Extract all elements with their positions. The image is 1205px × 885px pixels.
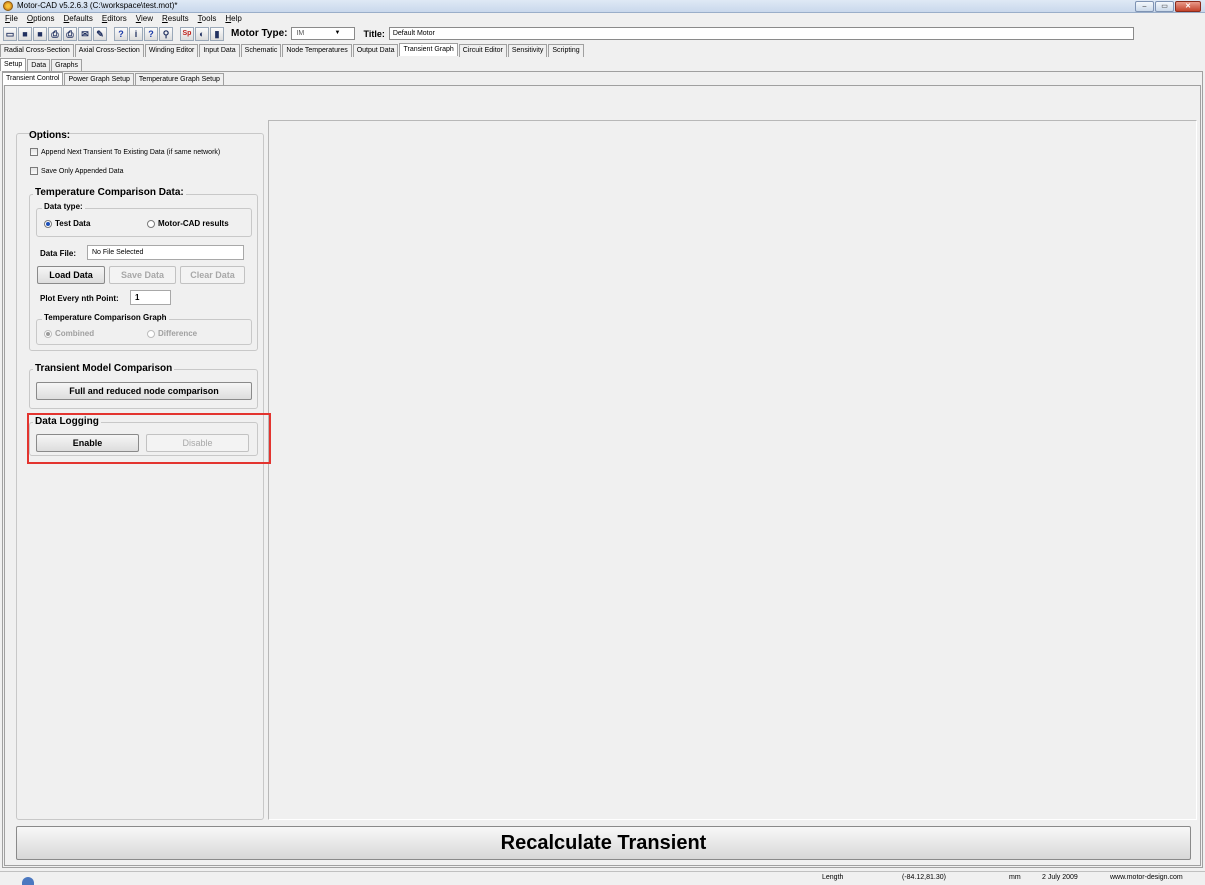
title-label: Title: xyxy=(363,28,385,39)
status-unit: mm xyxy=(1009,874,1021,881)
radio-motorcad-results[interactable]: Motor-CAD results xyxy=(147,219,229,228)
append-transient-checkbox[interactable] xyxy=(30,148,38,156)
tab-winding-editor[interactable]: Winding Editor xyxy=(144,44,199,57)
info-icon[interactable]: i xyxy=(129,26,143,41)
tab-radial-cross-section[interactable]: Radial Cross-Section xyxy=(0,44,74,57)
motor-icon[interactable]: ▮ xyxy=(210,26,224,41)
data-file-label: Data File: xyxy=(40,249,77,258)
tab-transient-control[interactable]: Transient Control xyxy=(2,72,64,85)
status-coordinates: (-84.12,81.30) xyxy=(902,874,946,881)
menu-options[interactable]: Options xyxy=(27,13,55,24)
maximize-button[interactable]: ▭ xyxy=(1155,1,1174,12)
plot-every-label: Plot Every nth Point: xyxy=(40,294,119,303)
tab-output-data[interactable]: Output Data xyxy=(352,44,399,57)
motor-type-select[interactable]: IM ▼ xyxy=(291,27,356,40)
motor-type-label: Motor Type: xyxy=(231,28,288,39)
tab-temperature-graph-setup[interactable]: Temperature Graph Setup xyxy=(134,73,224,85)
highlight-box xyxy=(27,413,271,464)
comparison-graph-title: Temperature Comparison Graph xyxy=(42,313,169,322)
title-input[interactable]: Default Motor xyxy=(388,27,1134,40)
tips-icon[interactable]: ⚲ xyxy=(159,26,173,41)
temperature-comparison-title: Temperature Comparison Data: xyxy=(33,187,186,198)
tab-power-graph-setup[interactable]: Power Graph Setup xyxy=(64,73,134,85)
options-icon[interactable]: ◐ xyxy=(195,26,209,41)
menu-file[interactable]: File xyxy=(5,13,18,24)
node-comparison-button[interactable]: Full and reduced node comparison xyxy=(36,382,252,400)
radio-difference-label: Difference xyxy=(158,329,198,338)
open-icon[interactable]: ▭ xyxy=(3,26,17,41)
tab-axial-cross-section[interactable]: Axial Cross-Section xyxy=(74,44,144,57)
whats-this-icon[interactable]: ? xyxy=(144,26,158,41)
tab-graphs[interactable]: Graphs xyxy=(51,59,83,71)
export-icon[interactable]: ✉ xyxy=(78,26,92,41)
data-file-field[interactable]: No File Selected xyxy=(87,245,244,260)
graph-icon[interactable]: ✎ xyxy=(93,26,107,41)
tab-data[interactable]: Data xyxy=(27,59,51,71)
save-only-row: Save Only Appended Data xyxy=(30,167,124,175)
window-title: Motor-CAD v5.2.6.3 (C:\workspace\test.mo… xyxy=(17,1,178,10)
motor-type-value: IM xyxy=(296,30,305,37)
radio-test-data[interactable]: Test Data xyxy=(44,219,90,228)
append-transient-row: Append Next Transient To Existing Data (… xyxy=(30,148,220,156)
print-preview-icon[interactable]: ⎙ xyxy=(63,26,77,41)
status-website: www.motor-design.com xyxy=(1110,874,1183,881)
status-icon xyxy=(22,877,34,885)
radio-difference-button[interactable] xyxy=(147,329,155,338)
sub-tabs: Setup Data Graphs xyxy=(0,58,83,72)
tab-scripting[interactable]: Scripting xyxy=(548,44,584,57)
tab-sensitivity[interactable]: Sensitivity xyxy=(507,44,548,57)
transient-model-title: Transient Model Comparison xyxy=(33,363,175,374)
radio-motorcad-results-button[interactable] xyxy=(147,219,155,228)
print-icon[interactable]: ⎙ xyxy=(48,26,62,41)
help-icon[interactable]: ? xyxy=(114,26,128,41)
title-bar: Motor-CAD v5.2.6.3 (C:\workspace\test.mo… xyxy=(0,0,1205,13)
menu-bar: File Options Defaults Editors View Resul… xyxy=(0,13,1205,24)
status-date: 2 July 2009 xyxy=(1042,874,1078,881)
tab-input-data[interactable]: Input Data xyxy=(199,44,240,57)
tab-circuit-editor[interactable]: Circuit Editor xyxy=(458,44,507,57)
radio-test-data-button[interactable] xyxy=(44,219,52,228)
save-as-icon[interactable]: ■ xyxy=(33,26,47,41)
app-icon xyxy=(3,1,13,11)
options-title: Options: xyxy=(29,130,71,141)
menu-tools[interactable]: Tools xyxy=(198,13,217,24)
menu-help[interactable]: Help xyxy=(225,13,241,24)
menu-editors[interactable]: Editors xyxy=(102,13,127,24)
recalculate-transient-button[interactable]: Recalculate Transient xyxy=(16,826,1191,860)
radio-combined-label: Combined xyxy=(55,329,95,338)
chevron-down-icon: ▼ xyxy=(334,30,341,36)
window-controls: ‒ ▭ ✕ xyxy=(1135,1,1201,12)
status-length-label: Length xyxy=(822,874,844,881)
main-tabs: Radial Cross-Section Axial Cross-Section… xyxy=(0,43,585,57)
close-button[interactable]: ✕ xyxy=(1175,1,1201,12)
toolbar: ▭ ■ ■ ⎙ ⎙ ✉ ✎ ? i ? ⚲ Sp ◐ ▮ Motor Type:… xyxy=(0,24,1205,43)
append-transient-label: Append Next Transient To Existing Data (… xyxy=(41,148,221,156)
tab-schematic[interactable]: Schematic xyxy=(240,44,282,57)
sp-icon[interactable]: Sp xyxy=(180,26,194,41)
plot-every-field[interactable]: 1 xyxy=(130,290,171,305)
tab-setup[interactable]: Setup xyxy=(0,58,27,71)
menu-results[interactable]: Results xyxy=(162,13,189,24)
menu-defaults[interactable]: Defaults xyxy=(64,13,93,24)
minimize-button[interactable]: ‒ xyxy=(1135,1,1154,12)
radio-combined[interactable]: Combined xyxy=(44,329,94,338)
menu-view[interactable]: View xyxy=(136,13,153,24)
save-only-checkbox[interactable] xyxy=(30,167,38,175)
status-bar: Length (-84.12,81.30) mm 2 July 2009 www… xyxy=(0,871,1205,885)
clear-data-button[interactable]: Clear Data xyxy=(180,266,245,284)
setup-tabs: Transient Control Power Graph Setup Temp… xyxy=(2,72,225,86)
tab-node-temperatures[interactable]: Node Temperatures xyxy=(282,44,352,57)
load-data-button[interactable]: Load Data xyxy=(37,266,105,284)
radio-difference[interactable]: Difference xyxy=(147,329,197,338)
transient-content-area xyxy=(268,120,1197,820)
radio-combined-button[interactable] xyxy=(44,329,52,338)
save-data-button[interactable]: Save Data xyxy=(109,266,176,284)
save-only-label: Save Only Appended Data xyxy=(41,167,124,175)
radio-test-data-label: Test Data xyxy=(55,219,91,228)
save-icon[interactable]: ■ xyxy=(18,26,32,41)
tab-transient-graph[interactable]: Transient Graph xyxy=(399,43,458,56)
radio-motorcad-results-label: Motor-CAD results xyxy=(158,219,229,228)
data-type-label: Data type: xyxy=(42,202,85,211)
